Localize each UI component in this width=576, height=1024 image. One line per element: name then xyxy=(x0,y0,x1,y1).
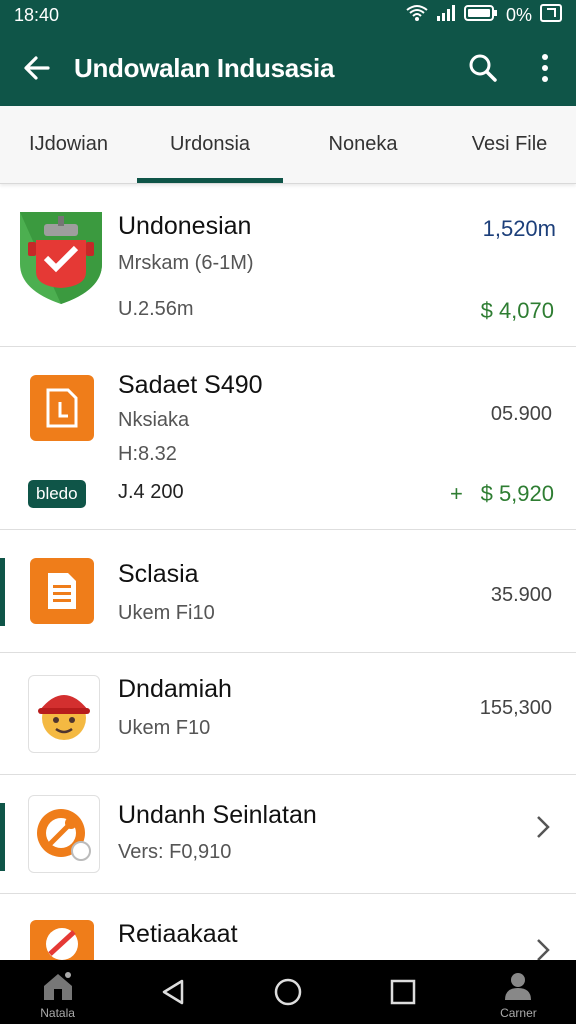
battery-percent: 0% xyxy=(505,4,532,25)
back-triangle-icon xyxy=(162,979,184,1005)
document-app-icon xyxy=(30,375,94,441)
selection-marker xyxy=(0,803,5,871)
list-item[interactable]: Retiaakaat xyxy=(0,894,576,961)
search-icon xyxy=(469,54,497,82)
item-detail: H:8.32 xyxy=(118,443,177,465)
signal-icon xyxy=(436,4,456,27)
item-name: Retiaakaat xyxy=(118,920,238,948)
more-vert-icon xyxy=(542,54,548,82)
system-nav-bar: Natala Carner xyxy=(0,960,576,1024)
search-button[interactable] xyxy=(452,30,514,106)
app-icon xyxy=(30,920,94,960)
selection-marker xyxy=(0,558,5,626)
tab-active-indicator xyxy=(137,178,283,183)
arrow-left-icon xyxy=(24,56,50,80)
person-icon xyxy=(505,973,532,1000)
item-amount: J.4 200 xyxy=(118,481,184,503)
item-price: $ 5,920 xyxy=(480,481,554,506)
back-nav-button[interactable] xyxy=(115,960,230,1024)
item-subtitle: Ukem Fi10 xyxy=(118,602,215,624)
recents-square-icon xyxy=(390,979,416,1005)
battery-icon xyxy=(463,4,498,27)
notes-app-icon xyxy=(30,558,94,624)
chevron-right-icon[interactable] xyxy=(528,807,558,847)
tab-3-label: Noneka xyxy=(328,133,398,155)
tab-1[interactable]: IJdowian xyxy=(0,106,137,183)
status-bar: 18:40 0% xyxy=(0,0,576,30)
item-value: 35.900 xyxy=(490,584,552,606)
list-item[interactable]: Sclasia Ukem Fi10 35.900 xyxy=(0,530,576,653)
item-value: 05.900 xyxy=(490,403,552,425)
item-name: Undonesian xyxy=(118,212,252,240)
item-subtitle: Mrskam (6-1M) xyxy=(118,252,254,274)
item-subtitle: Ukem F10 xyxy=(118,717,211,739)
tab-1-label: IJdowian xyxy=(29,133,108,155)
character-app-icon xyxy=(28,675,100,753)
tab-bar: IJdowian Urdonsia Noneka Vesi File xyxy=(0,106,576,184)
item-name: Sadaet S490 xyxy=(118,371,263,399)
more-options-button[interactable] xyxy=(514,30,576,106)
tab-4[interactable]: Vesi File xyxy=(443,106,576,183)
item-subtitle: Nksiaka xyxy=(118,409,190,431)
screenshot-icon xyxy=(540,3,562,27)
tools-app-icon xyxy=(28,795,100,873)
tab-3[interactable]: Noneka xyxy=(283,106,443,183)
plus-icon: + xyxy=(450,481,463,506)
app-bar: Undowalan Indusasia xyxy=(0,30,576,106)
item-price: $ 4,070 xyxy=(480,298,554,323)
tab-4-label: Vesi File xyxy=(471,133,548,155)
home-nav-item[interactable]: Natala xyxy=(0,960,115,1024)
page-title: Undowalan Indusasia xyxy=(74,52,335,83)
item-value: 155,300 xyxy=(479,697,552,719)
back-button[interactable] xyxy=(0,30,74,106)
shield-app-icon xyxy=(18,210,104,306)
item-subtitle: Vers: F0,910 xyxy=(118,841,232,863)
list-item[interactable]: Undonesian Mrskam (6-1M) U.2.56m 1,520m … xyxy=(0,192,576,347)
home-nav-button[interactable] xyxy=(230,960,345,1024)
home-circle-icon xyxy=(274,978,302,1006)
item-name: Undanh Seinlatan xyxy=(118,801,317,829)
list-item[interactable]: Sadaet S490 Nksiaka H:8.32 bledo J.4 200… xyxy=(0,347,576,530)
item-name: Sclasia xyxy=(118,560,199,588)
profile-nav-label: Carner xyxy=(500,1006,537,1020)
tab-2-label: Urdonsia xyxy=(169,133,251,155)
item-name: Dndamiah xyxy=(118,675,232,703)
home-nav-label: Natala xyxy=(40,1006,75,1020)
home-icon xyxy=(43,972,72,1000)
list-item[interactable]: Undanh Seinlatan Vers: F0,910 xyxy=(0,775,576,894)
status-badge: bledo xyxy=(28,480,86,508)
item-size: U.2.56m xyxy=(118,298,194,320)
tab-2[interactable]: Urdonsia xyxy=(137,106,283,183)
profile-nav-item[interactable]: Carner xyxy=(461,960,576,1024)
wifi-icon xyxy=(406,4,428,27)
status-time: 18:40 xyxy=(14,4,60,25)
list-item[interactable]: Dndamiah Ukem F10 155,300 xyxy=(0,653,576,775)
recents-nav-button[interactable] xyxy=(346,960,461,1024)
item-value: 1,520m xyxy=(482,216,556,241)
